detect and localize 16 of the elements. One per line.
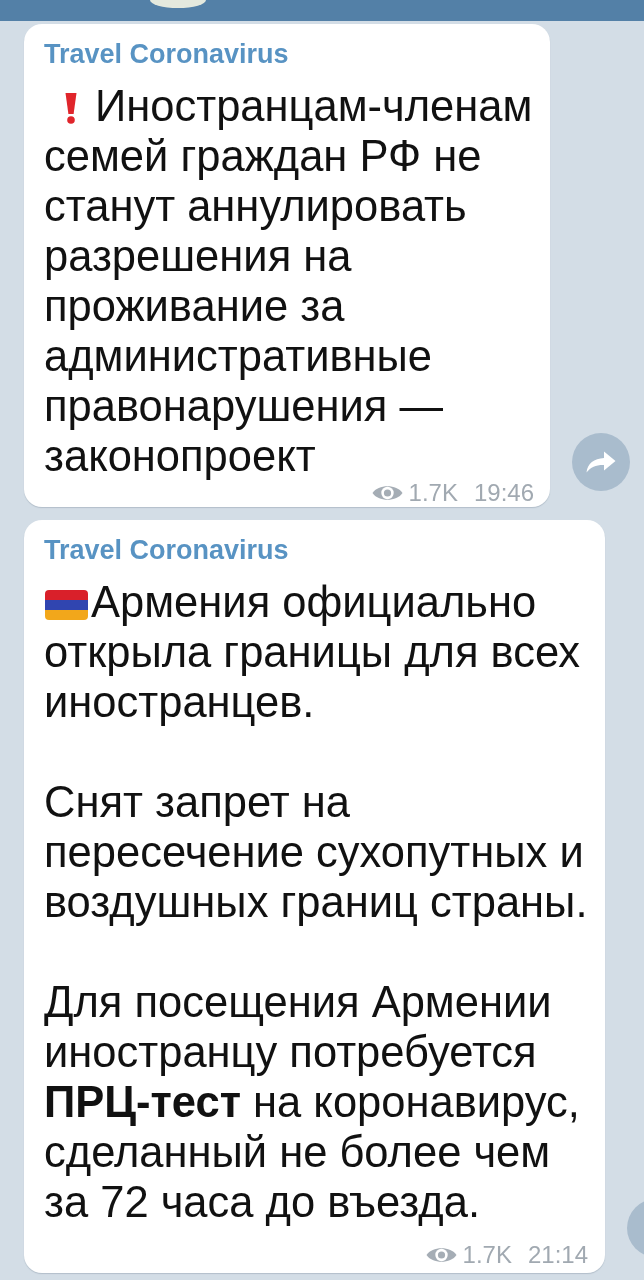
view-count: 1.7K (408, 481, 458, 505)
flag-icon (45, 590, 88, 620)
channel-name: Travel Coronavirus (44, 39, 290, 69)
avatar-placeholder[interactable] (150, 0, 206, 8)
message-time: 19:46 (473, 481, 534, 505)
message-text: Иностранцам-членам семей граждан РФ не станут аннулировать разрешения на проживание за административные правонарушения — законопроект (44, 81, 533, 481)
curved-arrow-icon (586, 451, 616, 473)
message-text: Для посещения Армении иностранцу потребуется ПРЦ-тест на коронавирус, сделанный не более чем за 72 часа до въезда. (44, 977, 581, 1227)
channel-name: Travel Coronavirus (44, 535, 290, 565)
message-text: Снят запрет на пересечение сухопутных и воздушных границ страны. (44, 777, 588, 927)
eye-icon (371, 483, 403, 503)
message-text: Армения официально открыла границы для всех иностранцев. (44, 577, 581, 727)
view-count: 1.7K (462, 1243, 512, 1267)
eye-icon (425, 1245, 457, 1265)
message-time: 21:14 (527, 1243, 588, 1267)
exclamation-icon (65, 93, 77, 124)
